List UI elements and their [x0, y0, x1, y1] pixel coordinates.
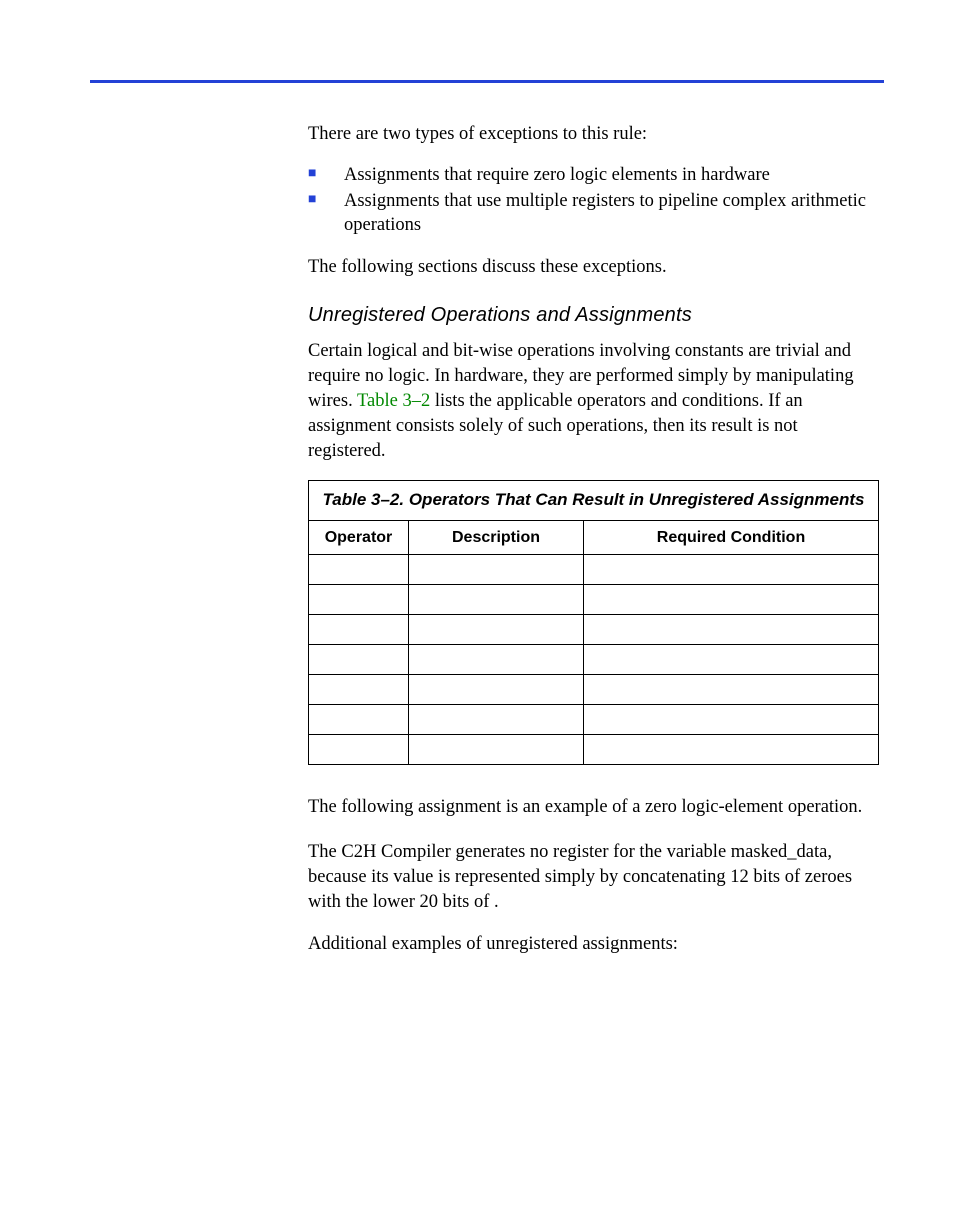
table-title-row: Table 3–2. Operators That Can Result in …: [309, 480, 879, 520]
table-row: [309, 615, 879, 645]
td: [584, 615, 879, 645]
table-row: [309, 675, 879, 705]
td: [309, 585, 409, 615]
td: [309, 705, 409, 735]
td: [584, 705, 879, 735]
para2-text-a: The C2H Compiler generates no register f…: [308, 842, 852, 912]
section-heading-unregistered: Unregistered Operations and Assignments: [308, 302, 879, 329]
td: [409, 675, 584, 705]
td: [409, 615, 584, 645]
td: [584, 585, 879, 615]
td: [309, 675, 409, 705]
th-description: Description: [409, 520, 584, 555]
th-condition: Required Condition: [584, 520, 879, 555]
td: [409, 555, 584, 585]
para2-text-b: .: [494, 892, 499, 912]
td: [584, 675, 879, 705]
td: [309, 645, 409, 675]
body-paragraph-1: Certain logical and bit-wise operations …: [308, 339, 879, 464]
after-bullets-paragraph: The following sections discuss these exc…: [308, 255, 879, 280]
td: [309, 615, 409, 645]
td: [584, 555, 879, 585]
table-row: [309, 555, 879, 585]
td: [409, 645, 584, 675]
bullet-item: Assignments that use multiple registers …: [308, 189, 879, 237]
table-row: [309, 585, 879, 615]
td: [309, 555, 409, 585]
table-body: [309, 555, 879, 765]
table-row: [309, 705, 879, 735]
td: [309, 735, 409, 765]
exception-bullet-list: Assignments that require zero logic elem…: [308, 163, 879, 237]
table-header-row: Operator Description Required Condition: [309, 520, 879, 555]
table-title: Table 3–2. Operators That Can Result in …: [309, 480, 879, 520]
body-paragraph-3: Additional examples of unregistered assi…: [308, 932, 879, 957]
td: [409, 585, 584, 615]
top-rule: [90, 80, 884, 83]
table-row: [309, 645, 879, 675]
td: [409, 705, 584, 735]
content-area: There are two types of exceptions to thi…: [308, 80, 879, 957]
table-reference-link[interactable]: Table 3–2: [357, 391, 430, 411]
after-table-paragraph: The following assignment is an example o…: [308, 795, 879, 820]
table-row: [309, 735, 879, 765]
page: There are two types of exceptions to thi…: [0, 0, 954, 1227]
td: [584, 735, 879, 765]
intro-paragraph: There are two types of exceptions to thi…: [308, 122, 879, 147]
td: [584, 645, 879, 675]
body-paragraph-2: The C2H Compiler generates no register f…: [308, 840, 879, 916]
th-operator: Operator: [309, 520, 409, 555]
bullet-item: Assignments that require zero logic elem…: [308, 163, 879, 187]
operators-table: Table 3–2. Operators That Can Result in …: [308, 480, 879, 766]
td: [409, 735, 584, 765]
